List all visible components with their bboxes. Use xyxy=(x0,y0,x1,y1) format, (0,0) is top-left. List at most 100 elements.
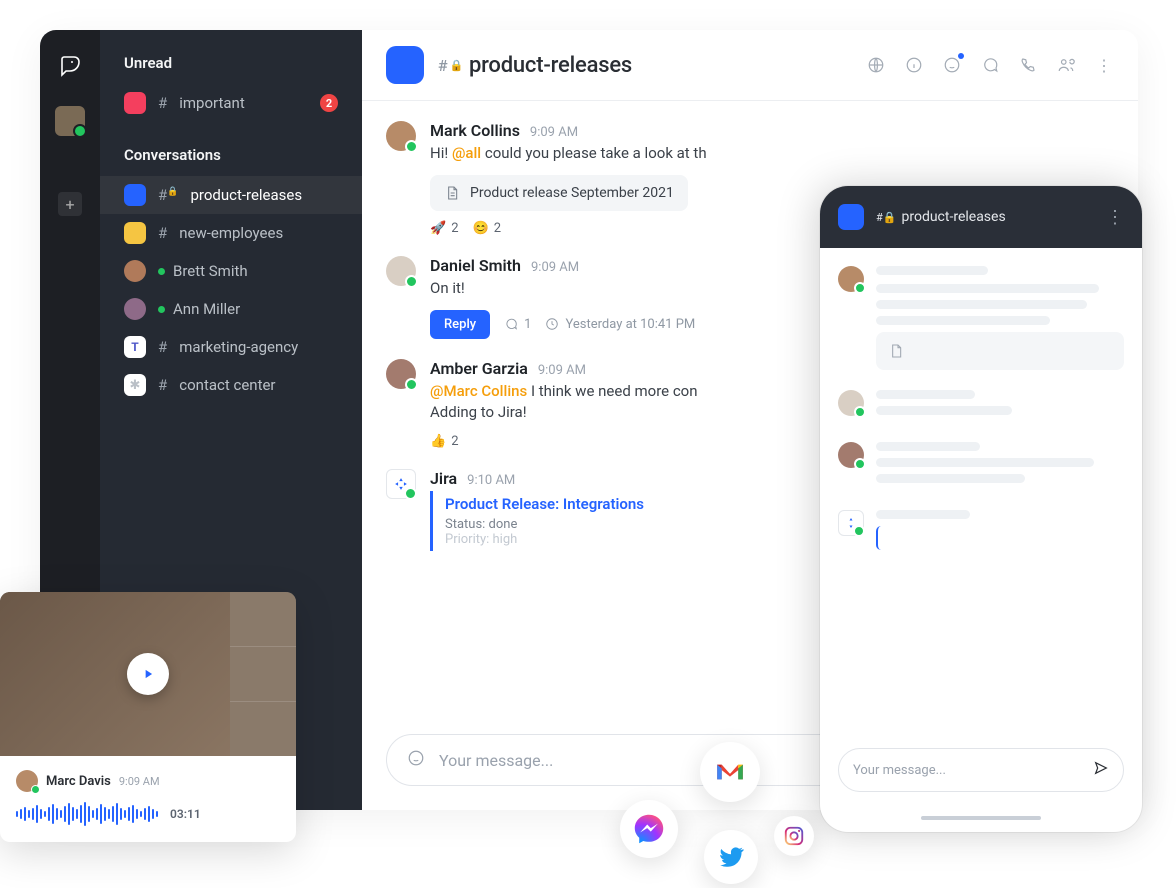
hash-lock-icon: #🔒 xyxy=(158,186,178,204)
user-avatar-icon[interactable] xyxy=(386,256,416,286)
voice-duration: 03:11 xyxy=(170,807,201,821)
teams-icon: T xyxy=(124,336,146,358)
reaction-rocket[interactable]: 🚀 2 xyxy=(430,221,459,236)
sidebar-item-label: marketing-agency xyxy=(179,338,338,356)
kebab-menu-icon[interactable]: ⋮ xyxy=(1106,207,1124,228)
app-logo-icon[interactable] xyxy=(58,54,82,82)
hash-icon: # xyxy=(158,94,167,112)
user-avatar-icon xyxy=(838,266,864,292)
mobile-message-skeleton xyxy=(838,510,1124,557)
user-avatar-icon xyxy=(838,442,864,468)
sidebar-item-new-employees[interactable]: # new-employees xyxy=(100,214,362,252)
presence-dot-icon xyxy=(158,268,165,275)
user-avatar-icon[interactable] xyxy=(386,121,416,151)
kebab-menu-icon[interactable]: ⋮ xyxy=(1094,55,1114,75)
channel-header: #🔒 product-releases ⋮ xyxy=(362,30,1138,101)
jira-bot-avatar-icon xyxy=(838,510,864,536)
mobile-home-indicator xyxy=(921,816,1041,820)
unread-badge: 2 xyxy=(320,94,338,112)
user-avatar-icon xyxy=(124,260,146,282)
phone-icon[interactable] xyxy=(1018,55,1038,75)
document-icon xyxy=(888,343,904,359)
composer-placeholder: Your message... xyxy=(439,751,553,770)
smiley-notification-icon[interactable] xyxy=(942,55,962,75)
hash-lock-icon: #🔒 xyxy=(438,56,463,75)
jira-bot-avatar-icon[interactable] xyxy=(386,469,416,499)
mobile-message-list xyxy=(820,248,1142,748)
composer-placeholder: Your message... xyxy=(853,763,1083,778)
channel-color-icon xyxy=(838,204,864,230)
unread-section-title: Unread xyxy=(100,54,362,72)
mobile-channel-title: #🔒 product-releases xyxy=(876,209,1094,225)
hash-icon: # xyxy=(158,376,167,394)
members-icon[interactable] xyxy=(1056,55,1076,75)
channel-title: #🔒 product-releases xyxy=(438,53,632,78)
attachment-card[interactable]: Product release September 2021 xyxy=(430,175,688,211)
message-text: Hi! @all could you please take a look at… xyxy=(430,143,1114,165)
hash-icon: # xyxy=(158,224,167,242)
channel-color-icon xyxy=(386,46,424,84)
message-time: 9:10 AM xyxy=(467,473,515,488)
hash-icon: # xyxy=(158,338,167,356)
message-author[interactable]: Mark Collins xyxy=(430,121,520,140)
mobile-preview: #🔒 product-releases ⋮ xyxy=(820,186,1142,832)
reply-button[interactable]: Reply xyxy=(430,310,490,339)
thread-count[interactable]: 1 xyxy=(504,317,531,332)
user-avatar-icon[interactable] xyxy=(386,359,416,389)
sidebar-item-contact-center[interactable]: ✱ # contact center xyxy=(100,366,362,404)
info-icon[interactable] xyxy=(904,55,924,75)
conversations-section-title: Conversations xyxy=(100,146,362,164)
gmail-icon[interactable] xyxy=(700,742,760,802)
messenger-icon[interactable] xyxy=(620,800,678,858)
channel-name: product-releases xyxy=(469,53,632,78)
video-call-widget: Marc Davis 9:09 AM 03:11 xyxy=(0,592,296,842)
twitter-icon[interactable] xyxy=(704,830,758,884)
send-icon[interactable] xyxy=(1093,760,1109,780)
video-thumbnail[interactable] xyxy=(0,592,296,756)
sidebar-item-ann-miller[interactable]: Ann Miller xyxy=(100,290,362,328)
voice-time: 9:09 AM xyxy=(119,775,160,788)
sidebar-item-label: Ann Miller xyxy=(173,300,338,318)
mobile-composer[interactable]: Your message... xyxy=(838,748,1124,792)
message-time: 9:09 AM xyxy=(538,363,586,378)
sidebar-item-brett-smith[interactable]: Brett Smith xyxy=(100,252,362,290)
message-author[interactable]: Jira xyxy=(430,469,457,488)
message-author[interactable]: Amber Garzia xyxy=(430,359,528,378)
thread-time: Yesterday at 10:41 PM xyxy=(545,317,695,332)
current-user-avatar[interactable] xyxy=(55,106,85,136)
reaction-smile[interactable]: 😊 2 xyxy=(473,221,502,236)
add-workspace-button[interactable]: + xyxy=(58,192,82,216)
reaction-thumbs-up[interactable]: 👍 2 xyxy=(430,434,459,449)
channel-color-icon xyxy=(124,184,146,206)
channel-color-icon xyxy=(124,92,146,114)
presence-dot-icon xyxy=(158,306,165,313)
instagram-icon[interactable] xyxy=(774,816,814,856)
voice-author: Marc Davis xyxy=(46,774,111,789)
mobile-message-skeleton xyxy=(838,266,1124,370)
emoji-picker-icon[interactable] xyxy=(407,749,425,771)
mention[interactable]: @Marc Collins xyxy=(430,382,527,400)
mention[interactable]: @all xyxy=(452,144,481,162)
globe-icon[interactable] xyxy=(866,55,886,75)
sidebar-item-label: important xyxy=(179,94,308,112)
mobile-message-skeleton xyxy=(838,390,1124,422)
channel-color-icon xyxy=(124,222,146,244)
message-time: 9:09 AM xyxy=(530,125,578,140)
sidebar-item-label: product-releases xyxy=(190,186,338,204)
sidebar-item-marketing-agency[interactable]: T # marketing-agency xyxy=(100,328,362,366)
user-avatar-icon[interactable] xyxy=(16,770,38,792)
sidebar-item-product-releases[interactable]: #🔒 product-releases xyxy=(100,176,362,214)
hash-lock-icon: #🔒 xyxy=(876,211,896,224)
mobile-header: #🔒 product-releases ⋮ xyxy=(820,186,1142,248)
sidebar-item-label: Brett Smith xyxy=(173,262,338,280)
chat-icon[interactable] xyxy=(980,55,1000,75)
user-avatar-icon xyxy=(124,298,146,320)
sidebar-item-important[interactable]: # important 2 xyxy=(100,84,362,122)
user-avatar-icon xyxy=(838,390,864,416)
play-icon[interactable] xyxy=(127,653,169,695)
audio-waveform-icon[interactable] xyxy=(16,802,158,826)
document-icon xyxy=(444,185,460,201)
attachment-label: Product release September 2021 xyxy=(470,185,674,201)
mobile-message-skeleton xyxy=(838,442,1124,490)
message-author[interactable]: Daniel Smith xyxy=(430,256,521,275)
